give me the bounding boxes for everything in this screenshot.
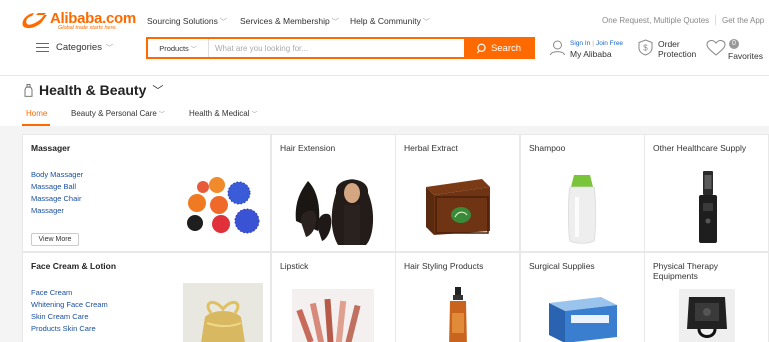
category-card-title: Hair Extension: [280, 143, 336, 153]
feature-title[interactable]: Face Cream & Lotion: [31, 261, 116, 271]
feature-link[interactable]: Massage Ball: [31, 181, 83, 193]
feature-link[interactable]: Skin Cream Care: [31, 311, 108, 323]
category-card[interactable]: Other Healthcare Supply: [644, 134, 769, 252]
rfq-link[interactable]: One Request, Multiple Quotes: [602, 16, 709, 25]
sign-in-link[interactable]: Sign In: [570, 40, 590, 47]
category-card[interactable]: Lipstick: [271, 252, 396, 342]
top-bar: Alibaba.com Global trade starts here. So…: [0, 0, 769, 38]
chevron-down-icon: ﹀: [422, 19, 430, 26]
favorites[interactable]: [706, 39, 726, 57]
category-card-title: Herbal Extract: [404, 143, 458, 153]
view-more-button[interactable]: View More: [31, 233, 79, 246]
account-area: Sign In | Join Free My Alibaba: [549, 39, 623, 59]
subnav-label: Health & Medical: [189, 109, 250, 118]
category-card[interactable]: Physical Therapy Equipments: [644, 252, 769, 342]
category-card[interactable]: Hair Extension: [271, 134, 396, 252]
logo-tagline: Global trade starts here.: [58, 25, 118, 31]
chevron-down-icon: ﹀: [251, 112, 258, 118]
e-cigarette-image: [699, 171, 717, 243]
bottle-icon: [24, 83, 33, 97]
face-cream-image[interactable]: [183, 283, 263, 342]
subnav-label: Home: [26, 109, 48, 118]
hair-extension-image: [295, 179, 374, 245]
logo-mark-icon: [22, 13, 47, 29]
subnav-beauty-personal-care[interactable]: Beauty & Personal Care ﹀: [71, 109, 165, 118]
shampoo-bottle-image: [568, 175, 596, 244]
favorites-label[interactable]: Favorites: [728, 51, 763, 61]
favorites-count-badge: 0: [729, 39, 739, 49]
search-button-label: Search: [490, 42, 522, 54]
surgical-supplies-image: [549, 297, 617, 342]
divider: [715, 15, 716, 25]
feature-card-face-cream: Face Cream & Lotion Face Cream Whitening…: [22, 252, 271, 342]
divider: |: [592, 40, 594, 47]
protection-label: Protection: [658, 49, 697, 59]
feature-links: Body Massager Massage Ball Massage Chair…: [31, 169, 83, 217]
massage-balls-image[interactable]: [181, 175, 267, 239]
search-category-value: Products: [159, 43, 189, 53]
category-card-title: Lipstick: [280, 261, 309, 271]
order-label: Order: [658, 39, 680, 49]
chevron-down-icon: ﹀: [219, 19, 227, 26]
category-card[interactable]: Hair Styling Products: [395, 252, 520, 342]
category-card[interactable]: Shampoo: [520, 134, 645, 252]
category-subnav: Home Beauty & Personal Care ﹀ Health & Me…: [0, 104, 769, 126]
chevron-down-icon: ﹀: [152, 85, 164, 97]
nav-label: Services & Membership: [240, 16, 330, 26]
categories-label: Categories: [56, 42, 102, 53]
category-card[interactable]: Herbal Extract: [395, 134, 520, 252]
heart-icon: [706, 39, 726, 56]
order-protection[interactable]: $ Order Protection: [637, 39, 696, 59]
my-alibaba-link[interactable]: My Alibaba: [570, 49, 623, 59]
subnav-label: Beauty & Personal Care: [71, 109, 157, 118]
join-free-link[interactable]: Join Free: [596, 40, 623, 47]
herbal-extract-image: [426, 179, 490, 235]
search-category-select[interactable]: Products ﹀: [148, 39, 209, 57]
chevron-down-icon: ﹀: [331, 19, 339, 26]
chevron-down-icon: ﹀: [105, 44, 113, 52]
chevron-down-icon: ﹀: [190, 46, 197, 53]
feature-links: Face Cream Whitening Face Cream Skin Cre…: [31, 287, 108, 335]
categories-menu[interactable]: Categories ﹀: [36, 42, 113, 53]
subnav-health-medical[interactable]: Health & Medical ﹀: [189, 109, 258, 118]
nav-help-community[interactable]: Help & Community ﹀: [350, 16, 430, 27]
hair-styling-bottle-image: [449, 287, 467, 342]
feature-link[interactable]: Face Cream: [31, 287, 108, 299]
category-card-title: Physical Therapy Equipments: [653, 261, 719, 281]
nav-sourcing-solutions[interactable]: Sourcing Solutions ﹀: [147, 16, 227, 27]
category-card-title: Surgical Supplies: [529, 261, 595, 271]
category-title: Health & Beauty: [39, 82, 147, 98]
category-card-title: Hair Styling Products: [404, 261, 484, 271]
nav-services-membership[interactable]: Services & Membership ﹀: [240, 16, 339, 27]
nav-label: Sourcing Solutions: [147, 16, 218, 26]
feature-link[interactable]: Products Skin Care: [31, 323, 108, 335]
search-icon: [476, 43, 486, 53]
chevron-down-icon: ﹀: [158, 112, 165, 118]
get-app-link[interactable]: Get the App: [722, 16, 764, 25]
category-card[interactable]: Surgical Supplies: [520, 252, 645, 342]
category-card-title: Shampoo: [529, 143, 566, 153]
shield-dollar-icon: $: [638, 39, 653, 56]
feature-link[interactable]: Whitening Face Cream: [31, 299, 108, 311]
hamburger-menu-icon: [36, 43, 49, 52]
physical-therapy-device-image: [679, 289, 735, 342]
search-bar: Products﹀ Search: [146, 37, 535, 59]
nav-label: Help & Community: [350, 16, 421, 26]
search-button[interactable]: Search: [464, 39, 533, 57]
user-icon[interactable]: [549, 39, 566, 56]
category-header[interactable]: Health & Beauty ﹀: [24, 82, 163, 98]
divider: [0, 75, 769, 76]
search-input[interactable]: [209, 39, 464, 57]
feature-link[interactable]: Massage Chair: [31, 193, 83, 205]
lipstick-image: [292, 289, 374, 342]
feature-title[interactable]: Massager: [31, 143, 70, 153]
subnav-home[interactable]: Home: [26, 109, 47, 118]
feature-card-massager: Massager Body Massager Massage Ball Mass…: [22, 134, 271, 252]
feature-link[interactable]: Body Massager: [31, 169, 83, 181]
category-card-title: Other Healthcare Supply: [653, 143, 747, 153]
feature-link[interactable]: Massager: [31, 205, 83, 217]
svg-text:$: $: [643, 44, 648, 53]
